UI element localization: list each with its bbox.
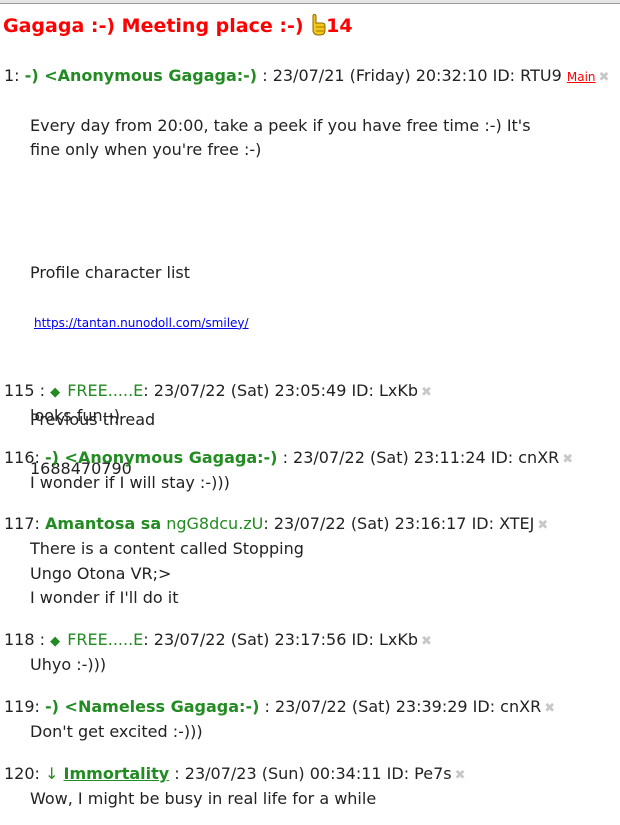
- close-icon[interactable]: ✖: [537, 518, 548, 533]
- post-meta: : 23/07/22 (Sat) 23:05:49 ID: LxKb: [143, 381, 418, 400]
- post-number: 119:: [4, 697, 40, 716]
- main-link[interactable]: Main: [567, 70, 596, 84]
- poster-trip: FREE.....E: [67, 381, 144, 400]
- post-text: Every day from 20:00, take a peek if you…: [30, 115, 531, 160]
- down-arrow-icon: ↓: [45, 764, 59, 783]
- post-meta: : 23/07/23 (Sun) 00:34:11 ID: Pe7s: [169, 764, 452, 783]
- post-body: Every day from 20:00, take a peek if you…: [30, 89, 620, 506]
- close-icon[interactable]: ✖: [421, 634, 432, 649]
- post-header: 1: -) <Anonymous Gagaga:-) : 23/07/21 (F…: [4, 65, 620, 89]
- post-header: 117: Amantosa sa ngG8dcu.zU: 23/07/22 (S…: [4, 513, 620, 537]
- profile-url-link[interactable]: https://tantan.nunodoll.com/smiley/: [34, 316, 249, 330]
- post-body: Uhyo :-))): [30, 655, 107, 674]
- poster-name: -) <Anonymous Gagaga:-): [45, 448, 278, 467]
- top-border: [0, 0, 620, 4]
- post-header: 115 : ◆ FREE.....E: 23/07/22 (Sat) 23:05…: [4, 380, 620, 404]
- profile-label: Profile character list: [30, 262, 191, 282]
- post-meta: : 23/07/22 (Sat) 23:39:29 ID: cnXR: [259, 697, 542, 716]
- close-icon[interactable]: ✖: [599, 70, 610, 85]
- post-117: 117: Amantosa sa ngG8dcu.zU: 23/07/22 (S…: [4, 513, 620, 611]
- post-meta: : 23/07/21 (Friday) 20:32:10 ID: RTU9: [257, 66, 562, 85]
- post-number: 118 :: [4, 630, 46, 649]
- pointing-hand-icon: [310, 13, 326, 36]
- post-meta: : 23/07/22 (Sat) 23:17:56 ID: LxKb: [143, 630, 418, 649]
- post-115: 115 : ◆ FREE.....E: 23/07/22 (Sat) 23:05…: [4, 380, 620, 429]
- thread-title: Gagaga :-) Meeting place :-) 14: [3, 13, 353, 37]
- thread-title-text: Gagaga :-) Meeting place :-): [3, 15, 311, 37]
- post-120: 120: ↓ Immortality : 23/07/23 (Sun) 00:3…: [4, 763, 620, 812]
- post-118: 118 : ◆ FREE.....E: 23/07/22 (Sat) 23:17…: [4, 629, 620, 678]
- post-header: 118 : ◆ FREE.....E: 23/07/22 (Sat) 23:17…: [4, 629, 620, 653]
- post-119: 119: -) <Nameless Gagaga:-) : 23/07/22 (…: [4, 696, 620, 745]
- post-header: 116: -) <Anonymous Gagaga:-) : 23/07/22 …: [4, 447, 620, 471]
- close-icon[interactable]: ✖: [421, 385, 432, 400]
- poster-trip: ngG8dcu.zU: [166, 514, 264, 533]
- post-number: 116:: [4, 448, 40, 467]
- post-116: 116: -) <Anonymous Gagaga:-) : 23/07/22 …: [4, 447, 620, 496]
- post-meta: : 23/07/22 (Sat) 23:16:17 ID: XTEJ: [263, 514, 535, 533]
- poster-name: -) <Anonymous Gagaga:-): [24, 66, 258, 85]
- close-icon[interactable]: ✖: [544, 701, 555, 716]
- poster-name: Amantosa sa: [45, 514, 162, 533]
- post-body: I wonder if I will stay :-))): [30, 473, 230, 492]
- post-header: 119: -) <Nameless Gagaga:-) : 23/07/22 (…: [4, 696, 620, 720]
- post-header: 120: ↓ Immortality : 23/07/23 (Sun) 00:3…: [4, 763, 620, 787]
- post-1: 1: -) <Anonymous Gagaga:-) : 23/07/21 (F…: [4, 65, 620, 506]
- post-number: 115 :: [4, 381, 46, 400]
- poster-trip: FREE.....E: [67, 630, 144, 649]
- post-body: Wow, I might be busy in real life for a …: [30, 789, 377, 808]
- close-icon[interactable]: ✖: [562, 452, 573, 467]
- post-body: There is a content called Stopping Ungo …: [30, 539, 304, 607]
- post-body: looks fun:-): [30, 406, 121, 425]
- post-number: 1:: [4, 66, 20, 85]
- close-icon[interactable]: ✖: [455, 768, 466, 783]
- thread-number: 14: [326, 15, 353, 37]
- post-number: 120:: [4, 764, 40, 783]
- post-number: 117:: [4, 514, 40, 533]
- post-body: Don't get excited :-))): [30, 722, 203, 741]
- poster-name-link[interactable]: Immortality: [64, 764, 170, 783]
- post-meta: : 23/07/22 (Sat) 23:11:24 ID: cnXR: [277, 448, 560, 467]
- diamond-icon: ◆: [50, 385, 61, 400]
- poster-name: -) <Nameless Gagaga:-): [45, 697, 260, 716]
- diamond-icon: ◆: [50, 634, 61, 649]
